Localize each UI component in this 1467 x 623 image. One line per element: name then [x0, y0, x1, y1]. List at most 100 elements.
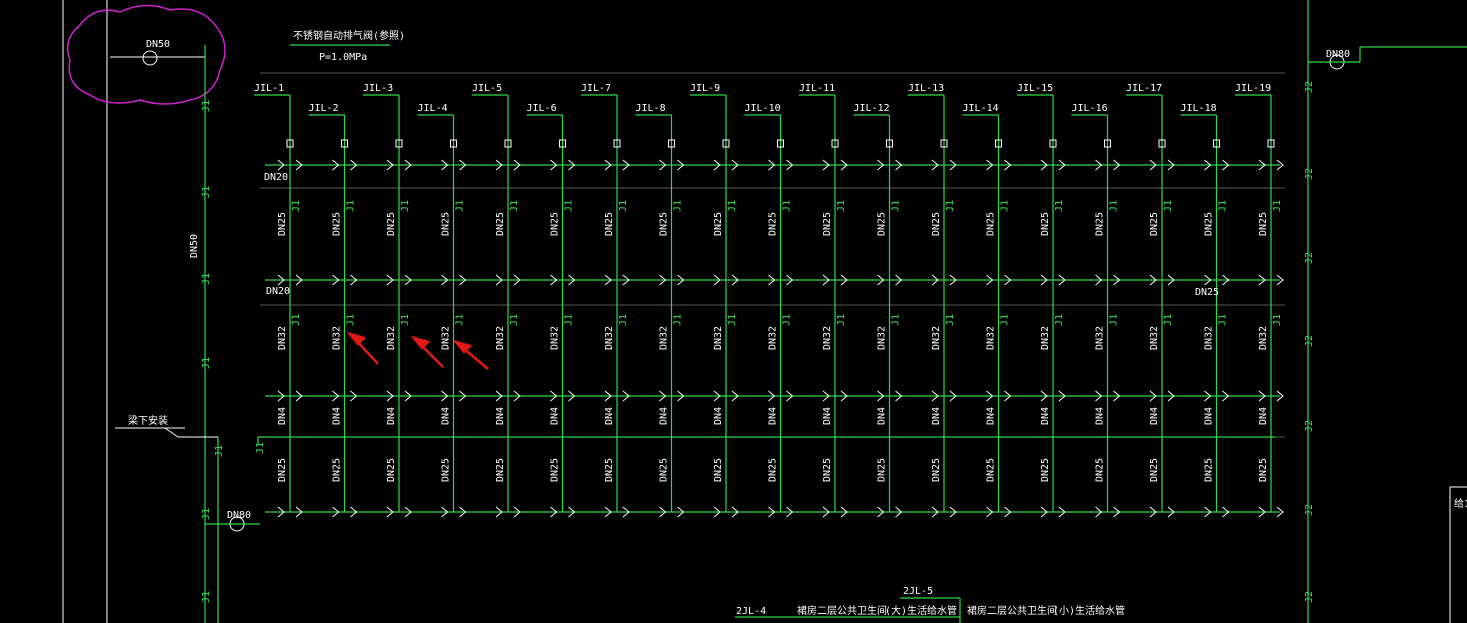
column-label: JIL-6	[527, 103, 557, 114]
low-size-label: DN32	[277, 326, 288, 350]
low-size-label: DN32	[550, 326, 561, 350]
small-size-label: DN4	[332, 407, 343, 425]
low-size-label: DN32	[495, 326, 506, 350]
j2-tag: J2	[1304, 335, 1315, 347]
j1-tag: J1	[782, 314, 793, 326]
j1-tag: J1	[455, 200, 466, 212]
j1-tag: J1	[891, 314, 902, 326]
small-size-label: DN4	[1258, 407, 1269, 425]
mid-size-label: DN25	[713, 212, 724, 236]
desc-c: 裙房二层公共卫生间	[967, 604, 1057, 617]
edge-label: 给1	[1454, 497, 1467, 510]
j1-tag: J1	[201, 186, 212, 198]
water-supply-riser-diagram: DN50 不锈钢自动排气阀(参照) P=1.0MPa J1 J1 J1 J1 J…	[62, 0, 1467, 623]
small-size-label: DN4	[386, 407, 397, 425]
small-size-label: DN4	[495, 407, 506, 425]
j1-tag: J1	[618, 314, 629, 326]
column-label: JIL-12	[854, 103, 890, 114]
column-label: JIL-8	[636, 103, 666, 114]
bottom-size-label: DN25	[768, 458, 779, 482]
mid-size-label: DN25	[441, 212, 452, 236]
j1-tag: J1	[945, 314, 956, 326]
dn50-label: DN50	[189, 234, 200, 258]
low-size-label: DN32	[441, 326, 452, 350]
small-size-label: DN4	[986, 407, 997, 425]
dn20-label-mid: DN20	[266, 286, 290, 297]
bottom-size-label: DN25	[495, 458, 506, 482]
bottom-size-label: DN25	[1258, 458, 1269, 482]
bottom-size-label: DN25	[1204, 458, 1215, 482]
low-size-label: DN32	[659, 326, 670, 350]
low-size-label: DN32	[986, 326, 997, 350]
mid-size-label: DN25	[604, 212, 615, 236]
j1-tag: J1	[1109, 200, 1120, 212]
revision-cloud	[66, 4, 226, 105]
j1-tag: J1	[455, 314, 466, 326]
j1-tag: J1	[891, 200, 902, 212]
mid-size-label: DN25	[877, 212, 888, 236]
j1-tag: J1	[201, 100, 212, 112]
mid-size-label: DN25	[1040, 212, 1051, 236]
j1-tag: J1	[673, 314, 684, 326]
j1-tag: J1	[1272, 200, 1283, 212]
code-a: 2JL-4	[736, 606, 766, 617]
column-label: JIL-17	[1126, 83, 1162, 94]
pressure-note: P=1.0MPa	[319, 52, 367, 63]
low-size-label: DN32	[1040, 326, 1051, 350]
j1-tag: J1	[291, 314, 302, 326]
column-label: JIL-2	[309, 103, 339, 114]
desc-b: (大)生活给水管	[885, 604, 957, 617]
j1-tag: J1	[346, 200, 357, 212]
low-size-label: DN32	[386, 326, 397, 350]
j1-tag: J1	[509, 314, 520, 326]
small-size-label: DN4	[713, 407, 724, 425]
small-size-label: DN4	[277, 407, 288, 425]
j1-tag: J1	[1054, 314, 1065, 326]
low-size-label: DN32	[1258, 326, 1269, 350]
mid-size-label: DN25	[768, 212, 779, 236]
j1-tag: J1	[836, 314, 847, 326]
j1-tag: J1	[201, 508, 212, 520]
small-size-label: DN4	[659, 407, 670, 425]
column-label: JIL-18	[1181, 103, 1217, 114]
j1-tag: J1	[509, 200, 520, 212]
dn80-label: DN80	[227, 510, 251, 521]
j1-tag: J1	[1054, 200, 1065, 212]
mid-size-label: DN25	[550, 212, 561, 236]
j1-tag: J1	[727, 200, 738, 212]
j1-tag: J1	[782, 200, 793, 212]
code-b: 2JL-5	[903, 586, 933, 597]
mid-size-label: DN25	[931, 212, 942, 236]
bottom-size-label: DN25	[1149, 458, 1160, 482]
bottom-size-label: DN25	[931, 458, 942, 482]
install-note: 梁下安装	[128, 414, 168, 427]
riser-columns: JIL-1 DN25 DN32 DN25 DN4 J1 J1 JIL-2 DN25 DN32 DN2…	[254, 72, 1285, 518]
low-size-label: DN32	[1095, 326, 1106, 350]
j1-tag: J1	[1000, 314, 1011, 326]
dn25-right-label: DN25	[1195, 287, 1219, 298]
column-label: JIL-15	[1017, 83, 1053, 94]
j1-tag: J1	[1163, 200, 1174, 212]
low-size-label: DN32	[332, 326, 343, 350]
column-label: JIL-14	[963, 103, 999, 114]
column-label: JIL-19	[1235, 83, 1271, 94]
j1-tag: J1	[673, 200, 684, 212]
low-size-label: DN32	[604, 326, 615, 350]
j1-tag: J1	[201, 357, 212, 369]
j1-tag: J1	[400, 200, 411, 212]
mid-size-label: DN25	[1258, 212, 1269, 236]
annotation-arrows	[346, 331, 489, 370]
bottom-size-label: DN25	[386, 458, 397, 482]
bottom-size-label: DN25	[1095, 458, 1106, 482]
bottom-size-label: DN25	[713, 458, 724, 482]
mid-size-label: DN25	[1204, 212, 1215, 236]
small-size-label: DN4	[877, 407, 888, 425]
small-size-label: DN4	[768, 407, 779, 425]
column-label: JIL-1	[254, 83, 284, 94]
j1-tag: J1	[564, 200, 575, 212]
cad-drawing-canvas[interactable]: DN50 不锈钢自动排气阀(参照) P=1.0MPa J1 J1 J1 J1 J…	[0, 0, 1467, 623]
j2-tag: J2	[1304, 504, 1315, 516]
mid-size-label: DN25	[332, 212, 343, 236]
mid-size-label: DN25	[986, 212, 997, 236]
j1-tag: J1	[400, 314, 411, 326]
